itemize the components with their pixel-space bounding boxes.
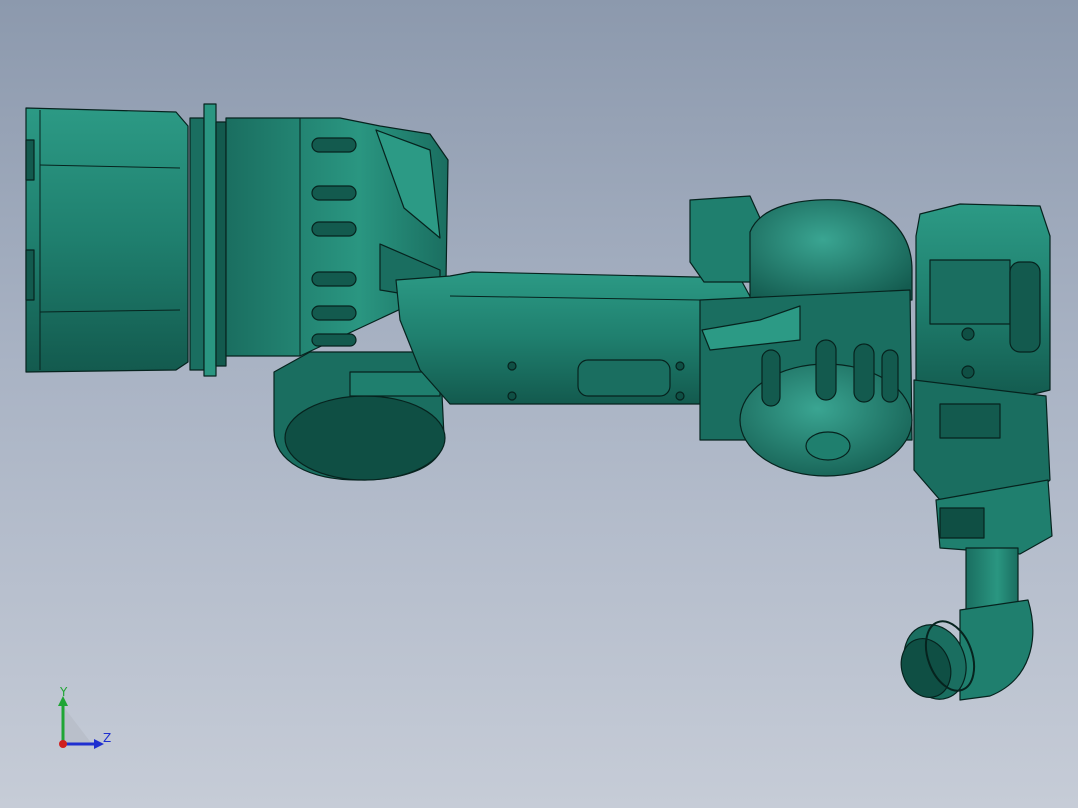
joint2-cylinder — [273, 351, 446, 481]
orientation-triad: Y Z — [48, 686, 118, 756]
robot-arm-model[interactable] — [0, 0, 1078, 808]
base-flange — [189, 103, 227, 377]
base-motor — [25, 107, 189, 373]
elbow-housing — [689, 195, 913, 477]
wrist-tube — [900, 547, 1034, 701]
cad-viewport[interactable]: Y Z — [0, 0, 1078, 808]
triad-axes-icon — [58, 696, 104, 749]
triad-z-label: Z — [103, 731, 112, 745]
triad-y-label: Y — [60, 685, 68, 699]
wrist-motor — [913, 203, 1053, 555]
upper-arm-link — [395, 271, 753, 405]
